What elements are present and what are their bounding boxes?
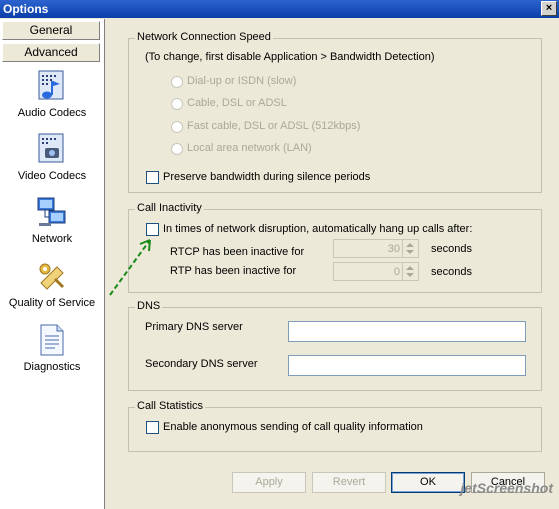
rtp-timeout-value: 0 (393, 266, 400, 278)
bandwidth-hint: (To change, first disable Application > … (145, 51, 435, 63)
dns-group: DNS (128, 300, 542, 391)
preserve-bandwidth-label: Preserve bandwidth during silence period… (163, 171, 371, 183)
sidebar-item-diagnostics[interactable]: Diagnostics (2, 323, 102, 373)
sidebar-item-audio-codecs[interactable]: Audio Codecs (2, 69, 102, 119)
speed-label-fast-cable: Fast cable, DSL or ADSL (512kbps) (187, 120, 361, 132)
sidebar-item-label: Network (31, 233, 73, 245)
anonymous-stats-checkbox[interactable] (146, 421, 159, 434)
speed-label-dialup: Dial-up or ISDN (slow) (187, 75, 297, 87)
sidebar-item-network[interactable]: Network (2, 195, 102, 245)
video-codecs-icon (35, 132, 69, 166)
anonymous-stats-label: Enable anonymous sending of call quality… (163, 421, 423, 433)
ok-button[interactable]: OK (391, 472, 465, 493)
sidebar-item-label: Video Codecs (17, 170, 87, 182)
diagnostics-icon (35, 323, 69, 357)
network-speed-title: Network Connection Speed (135, 31, 273, 43)
call-inactivity-title: Call Inactivity (135, 202, 204, 214)
speed-radio-lan[interactable] (171, 143, 183, 155)
tab-advanced[interactable]: Advanced (2, 43, 100, 62)
sidebar-item-label: Quality of Service (8, 297, 96, 309)
sidebar: General Advanced Audio Codecs Video Code… (0, 19, 105, 509)
call-statistics-title: Call Statistics (135, 400, 206, 412)
sidebar-item-video-codecs[interactable]: Video Codecs (2, 132, 102, 182)
rtcp-timeout-stepper[interactable]: 30 (333, 239, 419, 258)
arrow-up-icon (406, 243, 414, 247)
sidebar-item-label: Diagnostics (23, 361, 81, 373)
dns-title: DNS (135, 300, 163, 312)
preserve-bandwidth-checkbox[interactable] (146, 171, 159, 184)
speed-radio-fast-cable[interactable] (171, 121, 183, 133)
speed-radio-dialup[interactable] (171, 76, 183, 88)
secondary-dns-label: Secondary DNS server (145, 358, 258, 370)
apply-button[interactable]: Apply (232, 472, 306, 493)
speed-label-cable: Cable, DSL or ADSL (187, 97, 287, 109)
watermark-logo: jetScreenshot (460, 480, 553, 496)
rtcp-stepper-arrows[interactable] (402, 240, 418, 257)
rtcp-unit: seconds (431, 243, 472, 255)
rtp-unit: seconds (431, 266, 472, 278)
rtcp-timeout-value: 30 (387, 243, 400, 255)
title-bar: Options × (0, 0, 559, 18)
speed-label-lan: Local area network (LAN) (187, 142, 312, 154)
rtcp-label: RTCP has been inactive for (170, 246, 305, 258)
annotation-arrow (109, 239, 151, 296)
primary-dns-input[interactable] (288, 321, 526, 342)
revert-button[interactable]: Revert (312, 472, 386, 493)
arrow-down-icon (406, 273, 414, 277)
sidebar-item-label: Audio Codecs (17, 107, 87, 119)
audio-codecs-icon (35, 69, 69, 103)
window-title: Options (3, 2, 49, 16)
arrow-down-icon (406, 250, 414, 254)
close-button[interactable]: × (541, 1, 557, 16)
primary-dns-label: Primary DNS server (145, 321, 243, 333)
rtp-label: RTP has been inactive for (170, 265, 297, 277)
rtp-stepper-arrows[interactable] (402, 263, 418, 280)
arrow-up-icon (406, 266, 414, 270)
speed-radio-cable[interactable] (171, 98, 183, 110)
rtp-timeout-stepper[interactable]: 0 (333, 262, 419, 281)
auto-hangup-label: In times of network disruption, automati… (163, 223, 473, 235)
network-icon (35, 195, 69, 229)
sidebar-item-quality-of-service[interactable]: Quality of Service (2, 259, 102, 309)
tab-general[interactable]: General (2, 21, 100, 40)
quality-of-service-icon (35, 259, 69, 293)
secondary-dns-input[interactable] (288, 355, 526, 376)
